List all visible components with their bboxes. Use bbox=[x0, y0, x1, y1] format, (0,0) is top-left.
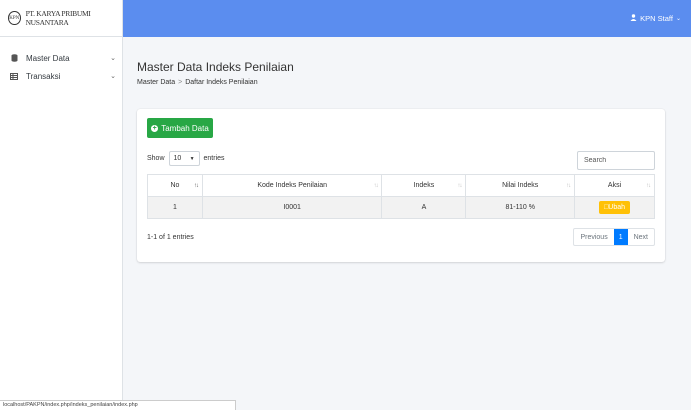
cell-aksi: □Ubah bbox=[574, 196, 655, 219]
column-header-nilai[interactable]: Nilai Indeks ↑↓ bbox=[465, 174, 576, 197]
main-content: Master Data Indeks Penilaian Master Data… bbox=[123, 37, 691, 410]
column-header-label: Indeks bbox=[413, 182, 435, 189]
browser-status-url: localhost/PAKPN/index.php/indeks_penilai… bbox=[0, 400, 236, 410]
table-icon bbox=[10, 72, 18, 80]
entries-length-control: Show 10 ▼ entries bbox=[147, 151, 225, 166]
edit-label: Ubah bbox=[608, 204, 626, 211]
sort-icon: ↑↓ bbox=[457, 182, 462, 189]
table-info: 1-1 of 1 entries bbox=[147, 234, 194, 241]
pagination: Previous 1 Next bbox=[573, 228, 655, 246]
breadcrumb-item-current: Daftar Indeks Penilaian bbox=[185, 79, 258, 86]
entries-label: entries bbox=[203, 155, 225, 162]
column-header-label: Aksi bbox=[607, 182, 622, 189]
breadcrumb-separator: > bbox=[178, 79, 183, 86]
user-name: KPN Staff bbox=[640, 14, 673, 23]
sort-icon: ↑↓ bbox=[646, 182, 651, 189]
add-data-button[interactable]: + Tambah Data bbox=[147, 118, 213, 138]
table-row: 1 I0001 A 81-110 % □Ubah bbox=[147, 196, 655, 219]
column-header-label: Kode Indeks Penilaian bbox=[257, 182, 328, 189]
top-navbar: KPN Staff ⌄ bbox=[123, 0, 691, 37]
entries-select[interactable]: 10 ▼ bbox=[168, 151, 200, 166]
pagination-page-1[interactable]: 1 bbox=[613, 229, 628, 245]
chevron-down-icon: ⌄ bbox=[675, 16, 681, 22]
cell-kode: I0001 bbox=[201, 196, 383, 219]
sidebar-item-transaksi[interactable]: Transaksi ⌄ bbox=[0, 67, 122, 85]
caret-down-icon: ▼ bbox=[189, 155, 195, 162]
company-logo-icon: KPN bbox=[8, 11, 21, 25]
breadcrumb: Master Data > Daftar Indeks Penilaian bbox=[137, 79, 679, 86]
edit-button[interactable]: □Ubah bbox=[599, 201, 631, 214]
database-icon bbox=[10, 54, 18, 62]
sort-icon: ↑↓ bbox=[566, 182, 571, 189]
table-header-row: No ↑↓ Kode Indeks Penilaian ↑↓ Indeks ↑↓ Ni… bbox=[147, 174, 655, 197]
pagination-next[interactable]: Next bbox=[628, 229, 654, 245]
user-menu[interactable]: KPN Staff ⌄ bbox=[630, 14, 681, 23]
column-header-label: Nilai Indeks bbox=[502, 182, 539, 189]
page-title: Master Data Indeks Penilaian bbox=[137, 60, 294, 74]
column-header-indeks[interactable]: Indeks ↑↓ bbox=[381, 174, 467, 197]
add-data-label: Tambah Data bbox=[161, 123, 209, 133]
brand-name: PT. KARYA PRIBUMI NUSANTARA bbox=[25, 9, 91, 27]
pagination-previous[interactable]: Previous bbox=[574, 229, 613, 245]
cell-indeks: A bbox=[381, 196, 467, 219]
sort-icon: ↑↓ bbox=[373, 182, 378, 189]
column-header-no[interactable]: No ↑↓ bbox=[147, 174, 203, 197]
cell-nilai: 81-110 % bbox=[465, 196, 576, 219]
brand[interactable]: KPN PT. KARYA PRIBUMI NUSANTARA bbox=[0, 0, 122, 37]
chevron-down-icon: ⌄ bbox=[110, 73, 116, 80]
column-header-label: No bbox=[170, 182, 180, 189]
show-label: Show bbox=[147, 155, 165, 162]
column-header-kode[interactable]: Kode Indeks Penilaian ↑↓ bbox=[201, 174, 383, 197]
column-header-aksi[interactable]: Aksi ↑↓ bbox=[574, 174, 655, 197]
sidebar-item-master-data[interactable]: Master Data ⌄ bbox=[0, 49, 122, 67]
sidebar-item-label: Transaksi bbox=[26, 71, 61, 81]
user-icon bbox=[630, 14, 637, 23]
chevron-down-icon: ⌄ bbox=[110, 55, 116, 62]
data-table: No ↑↓ Kode Indeks Penilaian ↑↓ Indeks ↑↓ Ni… bbox=[147, 174, 655, 219]
cell-no: 1 bbox=[147, 196, 203, 219]
sidebar-nav: Master Data ⌄ Transaksi ⌄ bbox=[0, 37, 122, 85]
plus-circle-icon: + bbox=[151, 124, 159, 132]
data-card: + Tambah Data Show 10 ▼ entries No ↑↓ Kod… bbox=[137, 109, 665, 262]
search-input[interactable] bbox=[577, 151, 655, 170]
sidebar: KPN PT. KARYA PRIBUMI NUSANTARA Master D… bbox=[0, 0, 123, 410]
entries-value: 10 bbox=[173, 155, 182, 162]
sort-icon: ↑↓ bbox=[193, 182, 199, 189]
breadcrumb-item-master-data[interactable]: Master Data bbox=[137, 79, 175, 86]
sidebar-item-label: Master Data bbox=[26, 53, 70, 63]
